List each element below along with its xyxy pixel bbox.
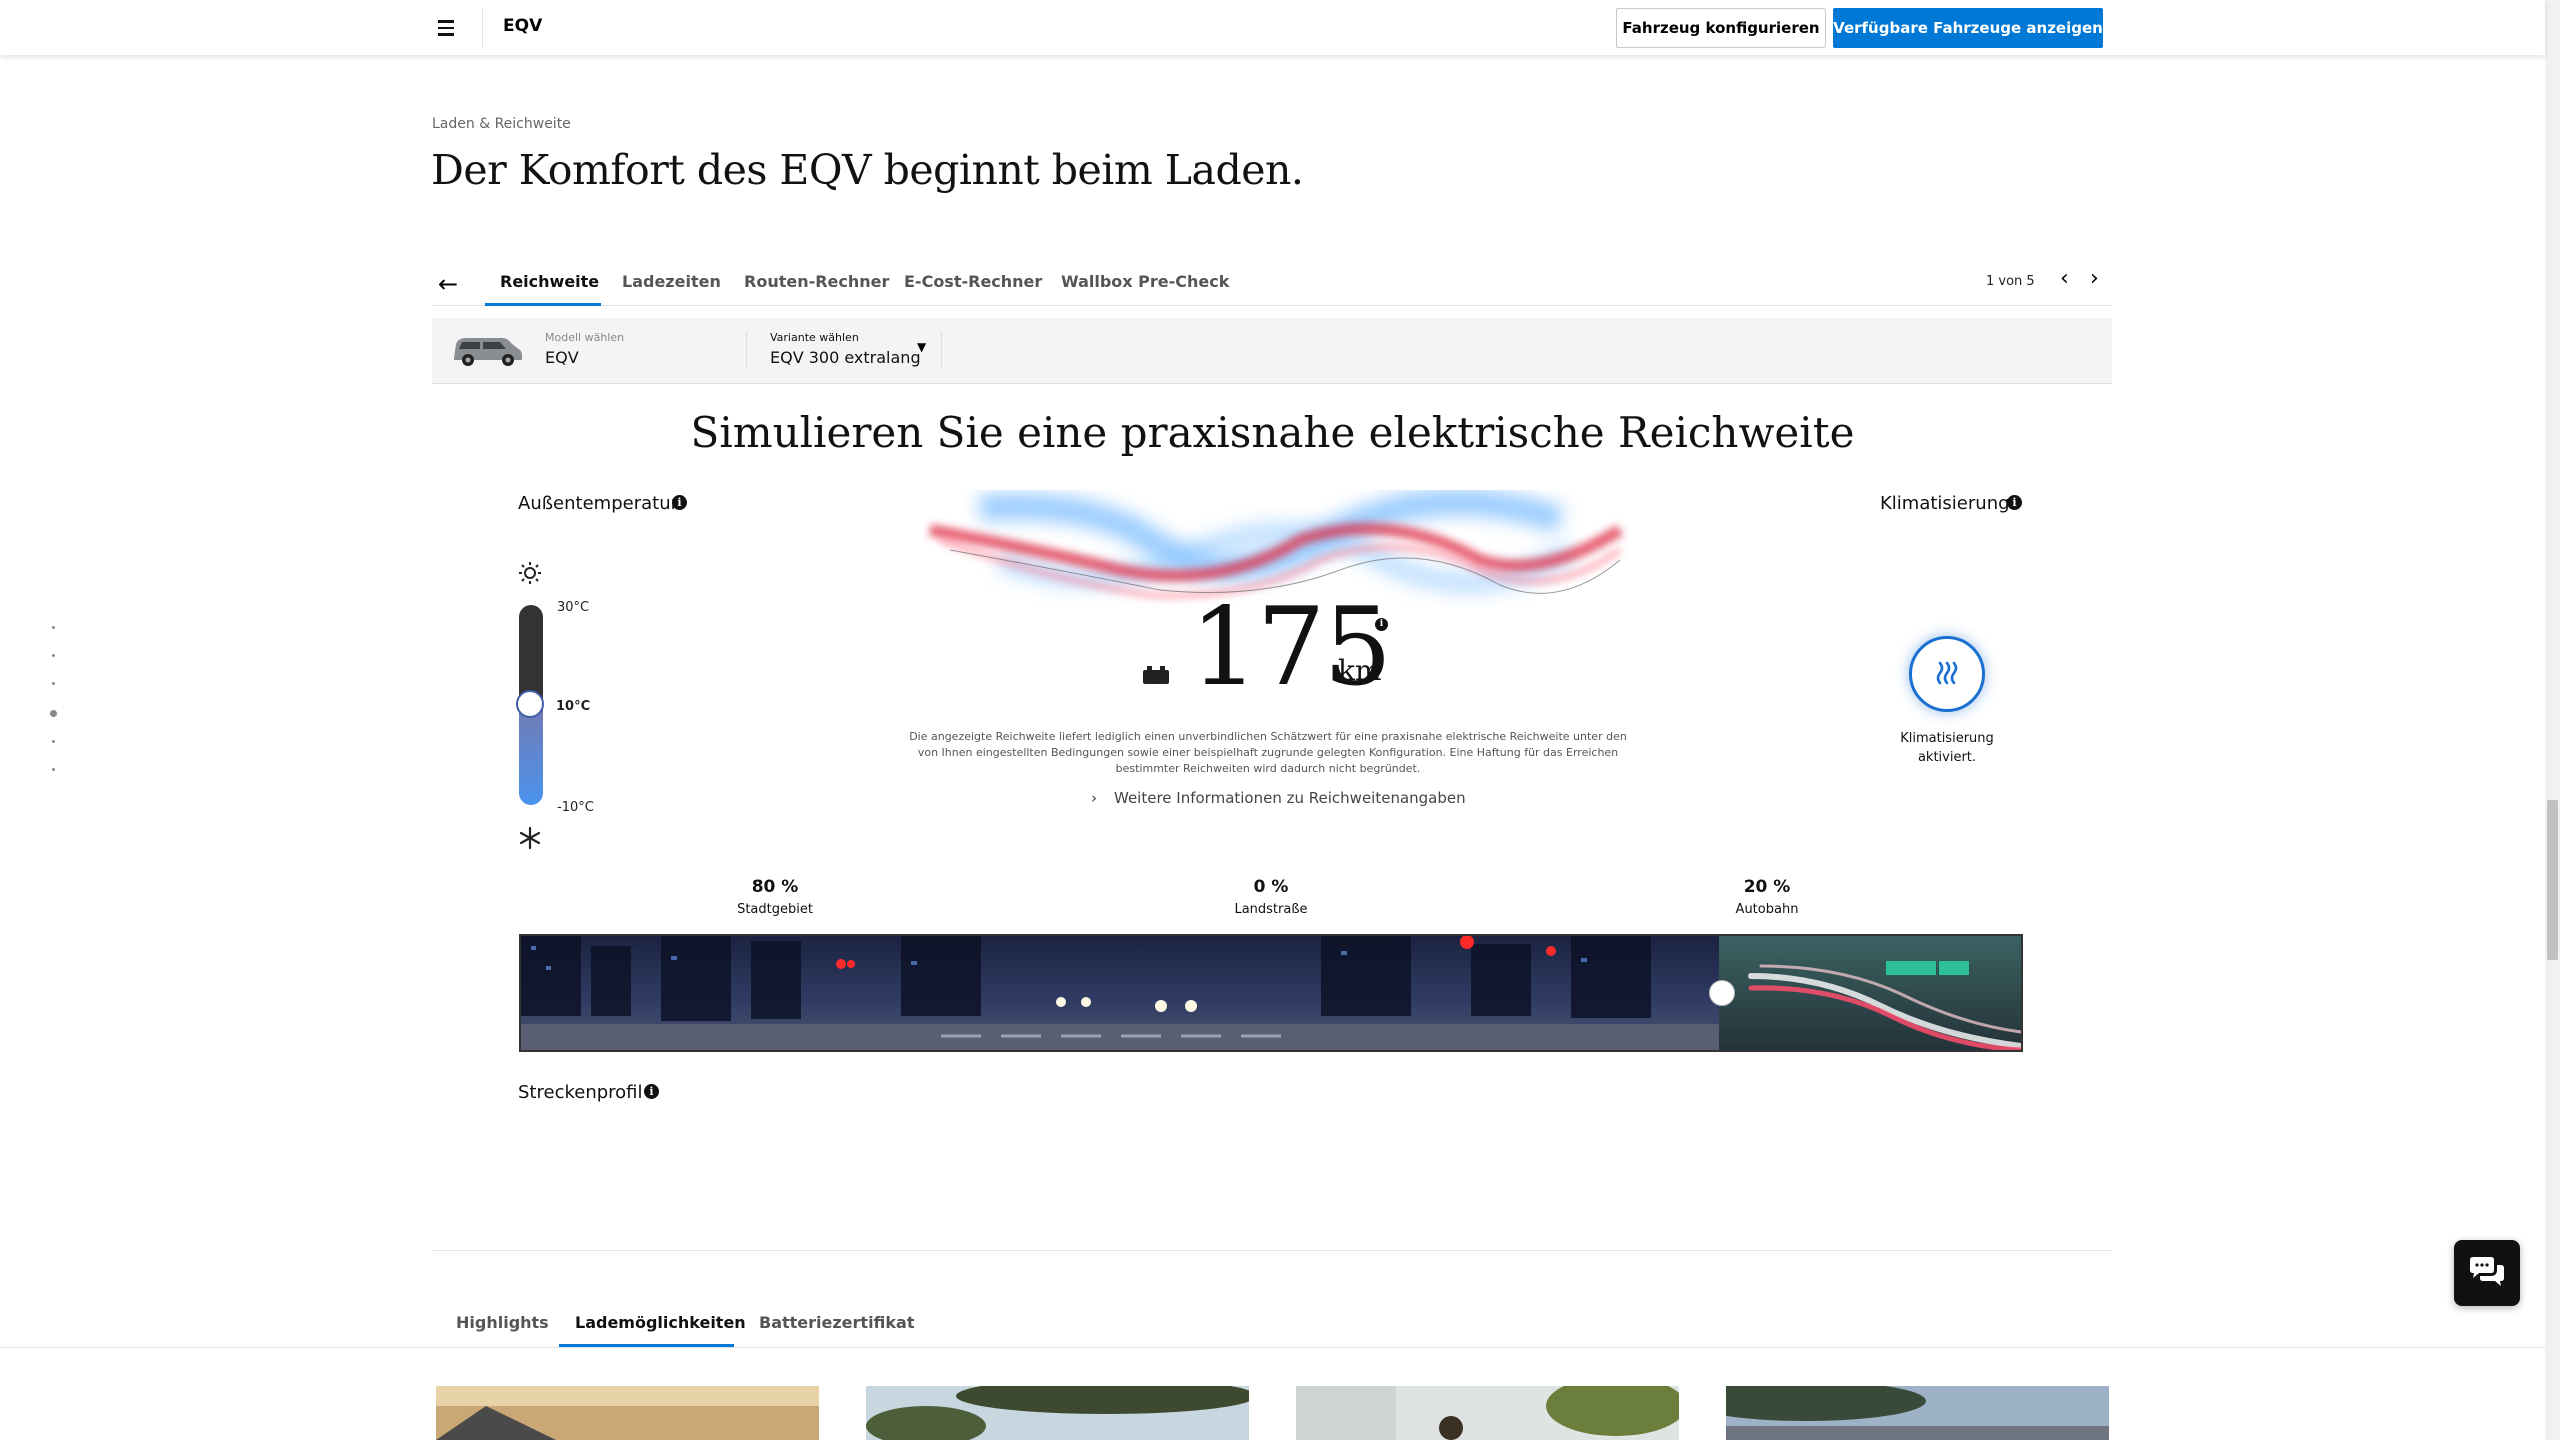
top-navigation-bar: EQV Fahrzeug konfigurieren Verfügbare Fa… [0, 0, 2545, 55]
section-eyebrow: Laden & Reichweite [432, 116, 571, 132]
route-profile-slider[interactable] [519, 934, 2023, 1052]
route-city-label: Stadtgebiet [737, 902, 813, 917]
chevron-right-icon[interactable]: › [1091, 789, 1097, 807]
van-icon [454, 338, 522, 366]
sun-icon [519, 562, 541, 584]
model-label: Modell wählen [545, 331, 625, 344]
section-dot-active[interactable] [50, 710, 57, 717]
route-highway-percent: 20 % [1743, 877, 1791, 897]
range-value: 175 [1190, 585, 1392, 710]
climate-label: Klimatisierung [1880, 493, 2010, 514]
info-icon[interactable]: i [672, 495, 687, 510]
section-dot[interactable] [52, 768, 55, 771]
trees-image [866, 1386, 1249, 1440]
tab-pager: 1 von 5 [1986, 274, 2035, 289]
available-vehicles-button[interactable]: Verfügbare Fahrzeuge anzeigen [1833, 8, 2103, 48]
temperature-max-label: 30°C [557, 600, 590, 615]
tab-wallbox-pre-check[interactable]: Wallbox Pre-Check [1061, 272, 1229, 291]
info-icon[interactable]: i [644, 1084, 659, 1099]
scrollbar-thumb[interactable] [2547, 800, 2558, 960]
tab-lademoeglichkeiten[interactable]: Lademöglichkeiten [575, 1313, 746, 1332]
variant-divider [941, 332, 942, 370]
teaser-card-image[interactable] [1726, 1386, 2109, 1440]
active-tab-indicator [485, 303, 601, 306]
chevron-left-icon[interactable]: ‹ [2060, 266, 2069, 291]
tab-e-cost-rechner[interactable]: E-Cost-Rechner [904, 272, 1042, 291]
snowflake-icon [519, 827, 541, 849]
active-bottom-tab-indicator [559, 1344, 734, 1347]
chat-button[interactable] [2454, 1240, 2520, 1306]
menu-icon[interactable] [428, 15, 464, 41]
route-slider-handle[interactable] [1709, 980, 1735, 1006]
teaser-card-image[interactable] [866, 1386, 1249, 1440]
caret-down-icon[interactable]: ▼ [917, 340, 926, 354]
route-country-percent: 0 % [1253, 877, 1289, 897]
info-icon[interactable]: i [2007, 495, 2022, 510]
tabs-divider [432, 305, 2112, 306]
tab-routen-rechner[interactable]: Routen-Rechner [744, 272, 889, 291]
variant-select[interactable]: EQV 300 extralang [770, 348, 921, 367]
temperature-slider-handle[interactable] [516, 690, 544, 718]
more-info-link[interactable]: Weitere Informationen zu Reichweitenanga… [1114, 789, 1466, 807]
route-scenery-image [521, 936, 2021, 1050]
scrollbar[interactable] [2545, 0, 2560, 1440]
route-country-label: Landstraße [1234, 902, 1308, 917]
header-title: EQV [503, 16, 543, 36]
range-info-icon[interactable]: i [1375, 618, 1388, 631]
temperature-label: Außentemperatur [518, 493, 679, 514]
route-city-percent: 80 % [751, 877, 799, 897]
section-dot[interactable] [52, 740, 55, 743]
model-divider [746, 332, 747, 370]
section-dot[interactable] [52, 682, 55, 685]
tab-batteriezertifikat[interactable]: Batteriezertifikat [759, 1313, 915, 1332]
route-profile-label: Streckenprofil [518, 1082, 643, 1103]
model-selection-bar [432, 318, 2112, 384]
simulator-title: Simulieren Sie eine praxisnahe elektrisc… [690, 408, 1855, 457]
landscape-image [1726, 1386, 2109, 1440]
tab-highlights[interactable]: Highlights [456, 1313, 549, 1332]
section-dot[interactable] [52, 654, 55, 657]
battery-icon [1143, 666, 1169, 684]
person-charging-image [1296, 1386, 1679, 1440]
teaser-card-image[interactable] [436, 1386, 819, 1440]
model-value[interactable]: EQV [545, 348, 579, 367]
configure-vehicle-button[interactable]: Fahrzeug konfigurieren [1616, 8, 1826, 48]
bottom-tabs-divider [0, 1347, 2545, 1348]
chat-bubbles-icon [2470, 1257, 2504, 1286]
building-image [436, 1386, 819, 1440]
section-dot[interactable] [52, 626, 55, 629]
teaser-card-image[interactable] [1296, 1386, 1679, 1440]
tab-ladezeiten[interactable]: Ladezeiten [622, 272, 721, 291]
range-unit: km [1338, 654, 1382, 687]
back-arrow-icon[interactable]: ← [438, 270, 458, 298]
route-highway-label: Autobahn [1735, 902, 1799, 917]
temperature-min-label: -10°C [557, 800, 594, 815]
range-disclaimer: Die angezeigte Reichweite liefert ledigl… [909, 730, 1627, 775]
header-divider [482, 8, 483, 48]
climate-toggle-button[interactable] [1909, 636, 1985, 712]
heat-waves-icon [1936, 661, 1958, 685]
climate-status: Klimatisierung aktiviert. [1900, 731, 1994, 765]
chevron-right-icon[interactable]: › [2090, 266, 2099, 291]
section-headline: Der Komfort des EQV beginnt beim Laden. [431, 146, 1304, 194]
variant-label: Variante wählen [770, 331, 859, 344]
section-divider [432, 1250, 2112, 1251]
temperature-current-label: 10°C [556, 699, 591, 714]
tab-reichweite[interactable]: Reichweite [500, 272, 599, 291]
